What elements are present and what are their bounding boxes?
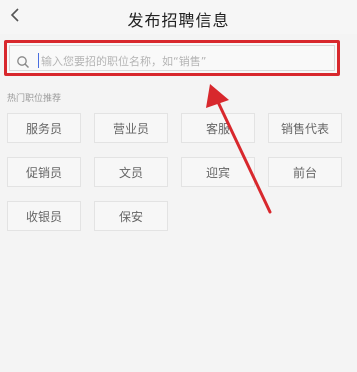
text-cursor (38, 53, 39, 68)
job-tag-1[interactable]: 服务员 (7, 113, 81, 143)
search-icon (16, 54, 30, 68)
job-tag-6[interactable]: 文员 (94, 157, 168, 187)
header-bar: 发布招聘信息 (0, 0, 357, 34)
hot-jobs-label: 热门职位推荐 (7, 94, 62, 104)
job-search-input[interactable] (41, 51, 331, 71)
search-box[interactable] (4, 40, 340, 76)
search-field-container[interactable] (9, 45, 335, 71)
job-tag-5[interactable]: 促销员 (7, 157, 81, 187)
job-tag-4[interactable]: 销售代表 (268, 113, 342, 143)
job-tag-8[interactable]: 前台 (268, 157, 342, 187)
job-tag-9[interactable]: 收银员 (7, 201, 81, 231)
job-tag-7[interactable]: 迎宾 (181, 157, 255, 187)
job-tag-2[interactable]: 营业员 (94, 113, 168, 143)
job-tag-3[interactable]: 客服 (181, 113, 255, 143)
page-title: 发布招聘信息 (127, 11, 230, 30)
job-tag-10[interactable]: 保安 (94, 201, 168, 231)
